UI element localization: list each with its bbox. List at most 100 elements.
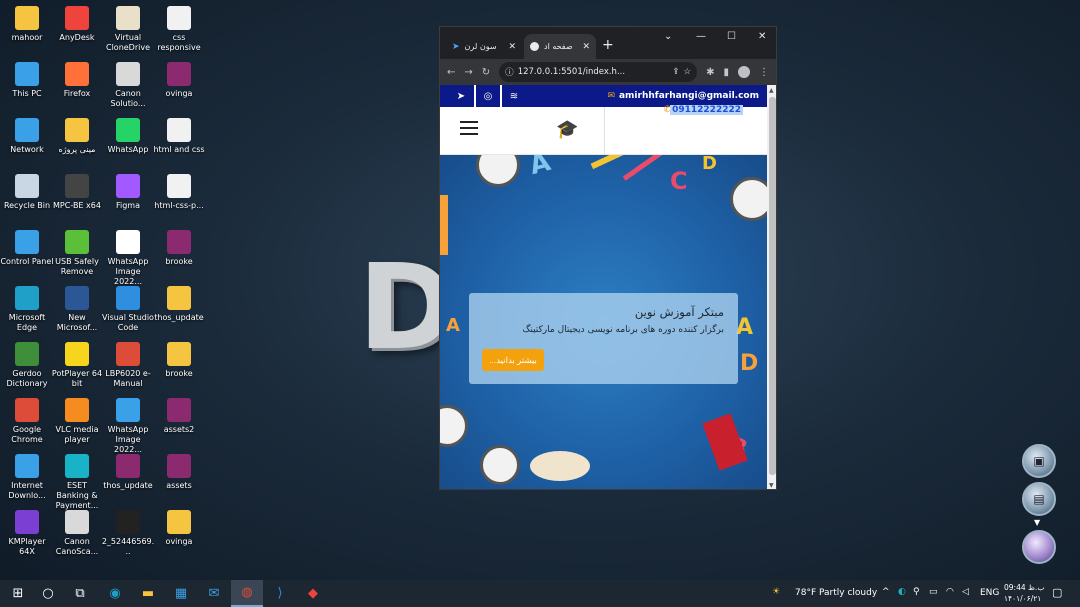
tab-site[interactable]: ➤ سون لرن ✕	[446, 34, 522, 59]
reload-icon[interactable]: ↻	[482, 67, 490, 78]
edge-taskbar-icon[interactable]: ◉	[99, 580, 131, 607]
desktop-shortcut[interactable]: PotPlayer 64 bit	[50, 342, 104, 389]
profile-avatar[interactable]	[738, 66, 750, 78]
phone-number[interactable]: 09112222222	[670, 105, 743, 115]
weather-text[interactable]: 78°F Partly cloudy	[795, 588, 877, 598]
desktop-shortcut[interactable]: ovinga	[152, 510, 206, 547]
usb-tray-icon[interactable]: ⚲	[913, 587, 920, 597]
back-icon[interactable]: ←	[447, 67, 455, 78]
desktop-shortcut[interactable]: assets	[152, 454, 206, 491]
close-window-button[interactable]: ✕	[758, 31, 766, 42]
browser-window[interactable]: ➤ سون لرن ✕ صفحه اد ✕ + ⌄ — ☐ ✕ ← → ↻ ⓘ …	[439, 26, 777, 490]
menu-dots-icon[interactable]: ⋮	[759, 67, 769, 78]
desktop-shortcut[interactable]: WhatsApp Image 2022...	[101, 230, 155, 287]
desktop-shortcut[interactable]: This PC	[0, 62, 54, 99]
scroll-up-icon[interactable]: ▲	[769, 87, 774, 94]
sidepanel-icon[interactable]: ▮	[723, 67, 729, 78]
forward-icon[interactable]: →	[464, 67, 472, 78]
desktop-shortcut[interactable]: mahoor	[0, 6, 54, 43]
volume-icon[interactable]: ◁	[962, 587, 969, 597]
chrome-taskbar-icon[interactable]: ◍	[231, 580, 263, 607]
task-view-icon[interactable]: ⧉	[64, 580, 96, 607]
desktop-shortcut[interactable]: Figma	[101, 174, 155, 211]
share-icon[interactable]: ⇪	[672, 67, 679, 77]
extensions-icon[interactable]: ✱	[706, 67, 714, 78]
file-explorer-icon[interactable]: ▬	[132, 580, 164, 607]
notifications-icon[interactable]: ▢	[1052, 586, 1062, 599]
rss-icon[interactable]: ≋	[500, 85, 526, 107]
battery-icon[interactable]: ▭	[929, 587, 938, 597]
desktop-shortcut[interactable]: html-css-p...	[152, 174, 206, 211]
desktop-shortcut[interactable]: Google Chrome	[0, 398, 54, 445]
search-icon[interactable]: ○	[32, 580, 64, 607]
wifi-icon[interactable]: ◠	[946, 587, 954, 597]
language-indicator[interactable]: ENG	[980, 588, 999, 598]
scroll-down-icon[interactable]: ▼	[769, 482, 774, 489]
desktop-shortcut[interactable]: Internet Downlo...	[0, 454, 54, 501]
desktop-shortcut[interactable]: Canon Solutio...	[101, 62, 155, 109]
tray-chevron-icon[interactable]: ^	[882, 587, 890, 597]
desktop-shortcut[interactable]: Firefox	[50, 62, 104, 99]
close-icon[interactable]: ✕	[582, 42, 590, 52]
tab-active[interactable]: صفحه اد ✕	[524, 34, 596, 59]
email-text[interactable]: amirhhfarhangi@gmail.com	[619, 91, 759, 101]
desktop-shortcut[interactable]: LBP6020 e-Manual	[101, 342, 155, 389]
weather-icon[interactable]: ☀	[772, 587, 780, 597]
mail-icon[interactable]: ✉	[198, 580, 230, 607]
clock-date[interactable]: ۱۴۰۱/۰۶/۲۱	[1004, 594, 1041, 603]
instagram-icon[interactable]: ◎	[474, 85, 500, 107]
desktop-shortcut[interactable]: WhatsApp	[101, 118, 155, 155]
desktop-shortcut[interactable]: WhatsApp Image 2022...	[101, 398, 155, 455]
desktop-shortcut[interactable]: Virtual CloneDrive	[101, 6, 155, 53]
desktop-shortcut[interactable]: brooke	[152, 342, 206, 379]
desktop-shortcut[interactable]: New Microsof...	[50, 286, 104, 333]
desktop-shortcut[interactable]: ESET Banking & Payment...	[50, 454, 104, 511]
omnibox[interactable]: ⓘ 127.0.0.1:5501/index.h... ⇪ ☆	[499, 62, 698, 82]
desktop-shortcut[interactable]: Visual Studio Code	[101, 286, 155, 333]
hamburger-menu-icon[interactable]	[460, 121, 478, 135]
desktop-shortcut[interactable]: Canon CanoSca...	[50, 510, 104, 557]
desktop-shortcut[interactable]: 2_52446569...	[101, 510, 155, 557]
desktop-shortcut[interactable]: MPC-BE x64	[50, 174, 104, 211]
chevron-down-icon[interactable]: ▼	[1034, 518, 1040, 527]
minimize-button[interactable]: —	[696, 31, 706, 42]
desktop-shortcut[interactable]: assets2	[152, 398, 206, 435]
tab-search-chevron-icon[interactable]: ⌄	[664, 31, 672, 42]
desktop-widget-icon[interactable]: ▣	[1022, 444, 1056, 478]
graduation-cap-icon[interactable]: 🎓	[556, 119, 578, 140]
close-icon[interactable]: ✕	[508, 42, 516, 52]
vscode-taskbar-icon[interactable]: ⟩	[264, 580, 296, 607]
desktop-shortcut[interactable]: brooke	[152, 230, 206, 267]
info-icon[interactable]: ⓘ	[505, 66, 514, 78]
maximize-button[interactable]: ☐	[727, 31, 736, 42]
bookmark-star-icon[interactable]: ☆	[683, 67, 691, 77]
desktop-shortcut[interactable]: KMPlayer 64X	[0, 510, 54, 557]
desktop-shortcut[interactable]: css responsive	[152, 6, 206, 53]
desktop-widget-icon[interactable]: ▤	[1022, 482, 1056, 516]
desktop-shortcut[interactable]: thos_update	[152, 286, 206, 323]
eset-tray-icon[interactable]: ◐	[898, 587, 906, 597]
desktop-shortcut[interactable]: thos_update	[101, 454, 155, 491]
desktop-shortcut[interactable]: AnyDesk	[50, 6, 104, 43]
new-tab-button[interactable]: +	[602, 37, 614, 53]
desktop-shortcut[interactable]: Control Panel	[0, 230, 54, 267]
clock-time[interactable]: 09:44 ب.ظ	[1004, 583, 1044, 592]
url-text[interactable]: 127.0.0.1:5501/index.h...	[518, 67, 669, 77]
desktop-shortcut[interactable]: html and css	[152, 118, 206, 155]
telegram-icon[interactable]: ➤	[448, 85, 474, 107]
desktop-widget-icon[interactable]	[1022, 530, 1056, 564]
desktop-shortcut[interactable]: مینی پروژه	[50, 118, 104, 155]
anydesk-taskbar-icon[interactable]: ◆	[297, 580, 329, 607]
desktop-shortcut[interactable]: Gerdoo Dictionary	[0, 342, 54, 389]
desktop-shortcut[interactable]: Recycle Bin	[0, 174, 54, 211]
scrollbar-thumb[interactable]	[769, 97, 776, 475]
store-icon[interactable]: ▦	[165, 580, 197, 607]
desktop-shortcut[interactable]: VLC media player	[50, 398, 104, 445]
page-scrollbar[interactable]: ▲ ▼	[767, 85, 776, 489]
desktop-shortcut[interactable]: Microsoft Edge	[0, 286, 54, 333]
learn-more-button[interactable]: بیشتر بدانید...	[482, 349, 544, 371]
start-button[interactable]: ⊞	[2, 580, 34, 607]
desktop-shortcut[interactable]: USB Safely Remove	[50, 230, 104, 277]
contact-email[interactable]: ✉ amirhhfarhangi@gmail.com	[607, 91, 759, 101]
desktop-shortcut[interactable]: ovinga	[152, 62, 206, 99]
